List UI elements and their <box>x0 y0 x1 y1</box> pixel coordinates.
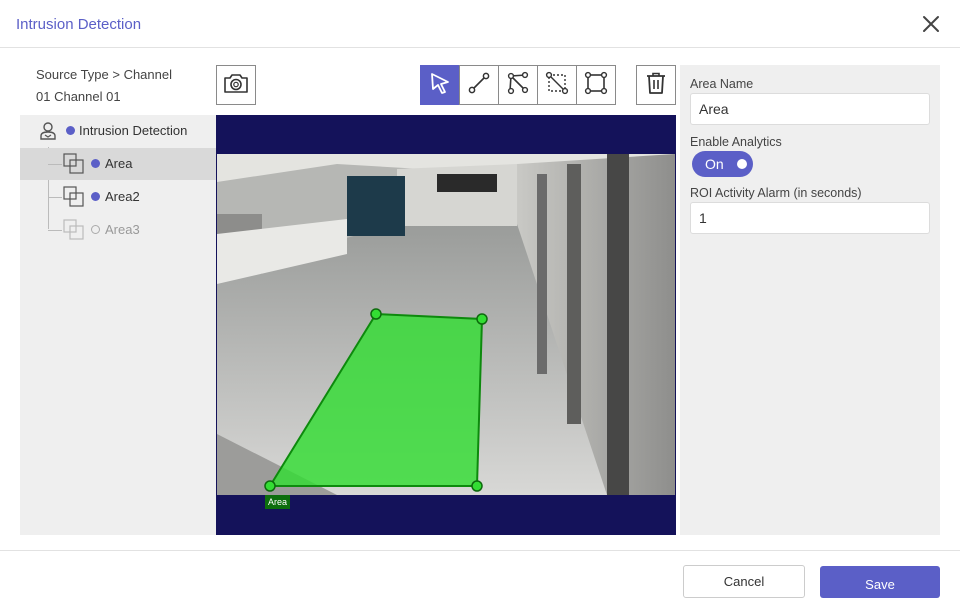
toggle-knob <box>737 159 747 169</box>
select-pointer-icon <box>428 71 452 100</box>
intrusion-detection-dialog: Intrusion Detection Source Type > Channe… <box>0 0 960 610</box>
dialog-title: Intrusion Detection <box>16 16 142 33</box>
area-name-label: Area Name <box>690 77 754 91</box>
user-icon <box>38 121 58 144</box>
header-divider <box>0 47 960 48</box>
area-icon <box>63 219 85 244</box>
source-type-label: Source Type > Channel <box>36 67 172 82</box>
line-icon <box>467 71 491 100</box>
snapshot-button[interactable] <box>216 65 256 105</box>
polyline-icon <box>506 71 530 100</box>
polyline-tool-button[interactable] <box>498 65 537 105</box>
tree-item-area2[interactable]: Area2 <box>20 181 216 213</box>
roi-label-tag: Area <box>265 495 291 509</box>
video-preview[interactable]: Area <box>216 115 676 535</box>
roi-vertex-handle[interactable] <box>264 480 276 492</box>
roi-vertex-handle[interactable] <box>471 480 483 492</box>
tree-root-label: Intrusion Detection <box>79 123 188 138</box>
roi-label-text: Area <box>268 497 288 507</box>
rectangle-dashed-icon <box>545 71 569 100</box>
close-icon[interactable] <box>920 13 942 35</box>
footer-divider <box>0 550 960 551</box>
tree-item-label: Area2 <box>105 189 140 204</box>
status-dot <box>66 126 75 135</box>
tree-item-area3[interactable]: Area3 <box>20 214 216 246</box>
tree-item-label: Area <box>105 156 133 171</box>
tree-item-area[interactable]: Area <box>20 148 216 180</box>
area-tree: Intrusion Detection Area Area2 Area3 <box>20 115 216 535</box>
drawing-toolbar <box>420 65 616 105</box>
area-icon <box>63 186 85 211</box>
camera-icon <box>223 72 249 99</box>
trash-icon <box>645 71 667 100</box>
polygon-tool-button[interactable] <box>576 65 616 105</box>
select-tool-button[interactable] <box>420 65 459 105</box>
tree-item-label: Area3 <box>105 222 140 237</box>
line-tool-button[interactable] <box>459 65 498 105</box>
rectangle-tool-button[interactable] <box>537 65 576 105</box>
status-dot <box>91 159 100 168</box>
cancel-button[interactable]: Cancel <box>683 565 805 598</box>
roi-alarm-label: ROI Activity Alarm (in seconds) <box>690 186 862 200</box>
save-button[interactable]: Save <box>820 566 940 598</box>
tree-root-intrusion-detection[interactable]: Intrusion Detection <box>20 115 216 147</box>
toggle-state-label: On <box>705 156 724 172</box>
settings-panel: Area Name Enable Analytics On ROI Activi… <box>680 65 940 535</box>
source-channel-value: 01 Channel 01 <box>36 89 121 104</box>
status-dot <box>91 192 100 201</box>
delete-button[interactable] <box>636 65 676 105</box>
roi-alarm-input[interactable] <box>690 202 930 234</box>
area-name-input[interactable] <box>690 93 930 125</box>
roi-vertex-handle[interactable] <box>370 308 382 320</box>
area-icon <box>63 153 85 178</box>
roi-vertex-handle[interactable] <box>476 313 488 325</box>
polygon-icon <box>584 71 608 100</box>
enable-analytics-label: Enable Analytics <box>690 135 782 149</box>
status-dot-hollow <box>91 225 100 234</box>
roi-overlay[interactable] <box>216 115 676 535</box>
enable-analytics-toggle[interactable]: On <box>692 151 753 177</box>
